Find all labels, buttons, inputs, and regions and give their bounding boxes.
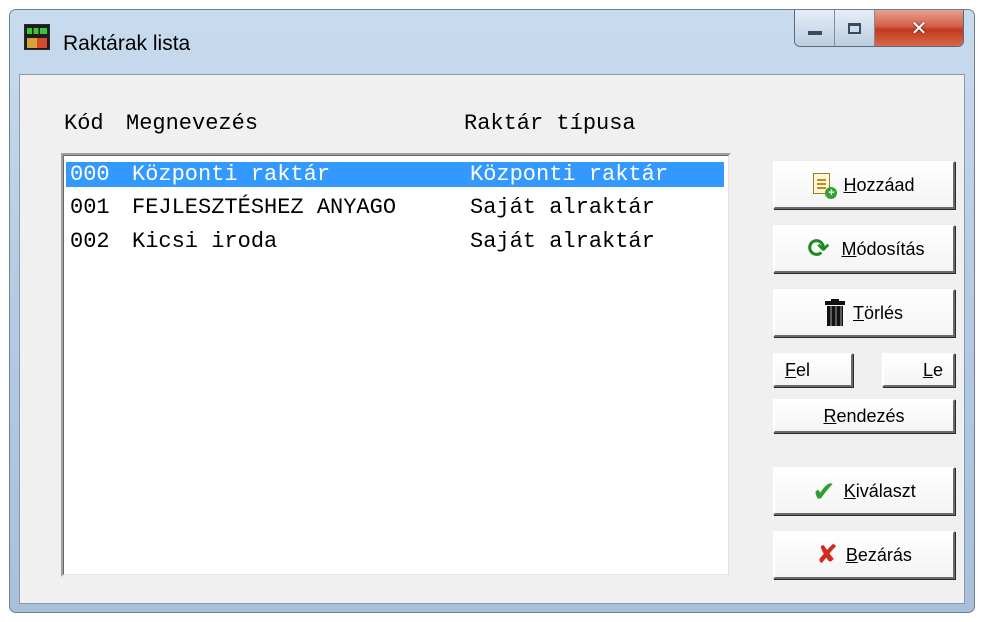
header-name: Megnevezés [126,111,259,136]
move-down-button[interactable]: Le [882,353,955,387]
item-type: Saját alraktár [470,229,655,254]
delete-button[interactable]: Törlés [773,289,955,337]
minimize-icon [807,31,822,35]
modify-button[interactable]: ⟳ Módosítás [773,225,955,273]
close-icon: ✕ [910,16,928,40]
warehouse-listbox[interactable]: 000 Központi raktár Központi raktár 001 … [61,153,731,577]
item-code: 002 [70,229,110,254]
minimize-button[interactable] [795,10,835,46]
caption-buttons: ✕ [794,10,964,47]
item-type: Saját alraktár [470,195,655,220]
window-title: Raktárak lista [63,32,191,55]
close-window-button[interactable]: ✕ [875,10,963,46]
dialog-client-area: Kód Megnevezés Raktár típusa 000 Központ… [19,74,965,604]
item-code: 001 [70,195,110,220]
maximize-button[interactable] [835,10,875,46]
header-type: Raktár típusa [464,111,636,136]
maximize-icon [848,22,861,34]
item-name: Központi raktár [132,162,331,187]
item-name: FEJLESZTÉSHEZ ANYAGO [132,195,397,220]
refresh-icon: ⟳ [807,234,830,264]
checkmark-icon: ✔ [812,474,836,508]
list-item[interactable]: 002 Kicsi iroda Saját alraktár [66,229,724,254]
close-button[interactable]: ✘ Bezárás [773,531,955,579]
title-bar[interactable]: Raktárak lista ✕ [10,10,974,74]
item-code: 000 [70,162,110,187]
select-button[interactable]: ✔ Kiválaszt [773,467,955,515]
add-button[interactable]: + Hozzáad [773,161,955,209]
move-up-button[interactable]: Fel [773,353,853,387]
add-document-icon: + [813,173,838,199]
app-icon [24,24,50,50]
list-item[interactable]: 000 Központi raktár Központi raktár [66,162,724,187]
trash-icon [824,299,845,327]
dialog-window: Raktárak lista ✕ Kód Megnevezés Raktár t… [9,9,975,613]
item-name: Kicsi iroda [132,229,278,254]
header-code: Kód [64,111,104,136]
list-item[interactable]: 001 FEJLESZTÉSHEZ ANYAGO Saját alraktár [66,195,724,220]
item-type: Központi raktár [470,162,669,187]
red-x-icon: ✘ [816,540,838,570]
sort-button[interactable]: Rendezés [773,399,955,433]
